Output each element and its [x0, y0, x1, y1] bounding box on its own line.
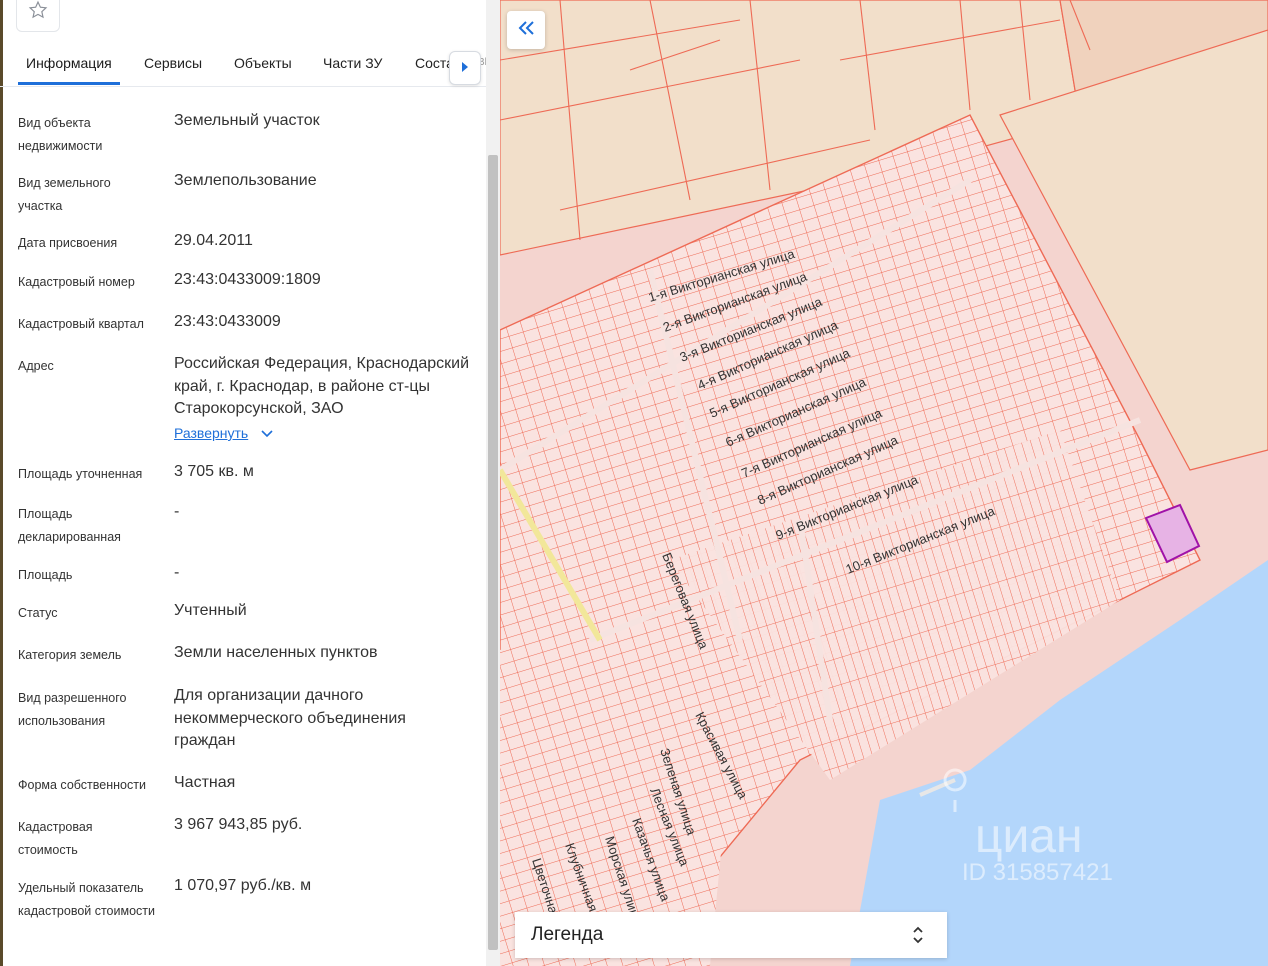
- label: Статус: [18, 606, 58, 620]
- label: Вид объекта недвижимости: [18, 116, 103, 153]
- value: Для организации дачного некоммерческого …: [174, 687, 406, 749]
- cadastral-map[interactable]: 1-я Викторианская улица 2-я Викторианска…: [500, 0, 1268, 966]
- label: Кадастровый квартал: [18, 317, 144, 331]
- value: -: [174, 503, 180, 520]
- panel-edge: [0, 0, 3, 966]
- panel-scrollbar-thumb[interactable]: [488, 155, 498, 950]
- star-icon: [28, 0, 48, 25]
- expand-link[interactable]: Развернуть: [174, 425, 248, 441]
- tab-land-parts[interactable]: Части ЗУ: [323, 55, 382, 71]
- label: Площадь: [18, 568, 73, 582]
- caret-right-icon: [461, 59, 469, 77]
- value: Земельный участок: [174, 112, 320, 129]
- value[interactable]: 23:43:0433009:1809: [174, 269, 484, 292]
- label: Категория земель: [18, 648, 122, 662]
- value: -: [174, 564, 180, 581]
- label: Кадастровый номер: [18, 275, 135, 289]
- label: Площадь уточненная: [18, 467, 143, 481]
- value: Учтенный: [174, 602, 247, 619]
- value: 1 070,97 руб./кв. м: [174, 877, 312, 894]
- label: Кадастровая стоимость: [18, 820, 93, 857]
- value: 3 967 943,85 руб.: [174, 816, 303, 833]
- label: Вид земельного участка: [18, 176, 111, 213]
- tab-objects[interactable]: Объекты: [234, 55, 292, 71]
- expand-link-wrap[interactable]: Развернуть: [174, 425, 273, 443]
- label: Удельный показатель кадастровой стоимост…: [18, 881, 155, 918]
- value: Российская Федерация, Краснодарский край…: [174, 355, 470, 417]
- legend-toggle[interactable]: Легенда: [515, 912, 947, 958]
- value: Землепользование: [174, 172, 317, 189]
- label: Вид разрешенного использования: [18, 691, 127, 728]
- label: Площадь декларированная: [18, 507, 121, 544]
- label: Форма собственности: [18, 778, 146, 792]
- value: 3 705 кв. м: [174, 463, 254, 480]
- value: Земли населенных пунктов: [174, 644, 378, 661]
- value: Частная: [174, 774, 236, 791]
- chevron-down-icon: [261, 425, 273, 443]
- collapse-panel-button[interactable]: [507, 11, 545, 49]
- label: Дата присвоения: [18, 236, 118, 250]
- chevron-up-down-icon: [911, 922, 925, 953]
- tab-information[interactable]: Информация: [18, 55, 120, 85]
- favorite-button[interactable]: [16, 0, 60, 32]
- watermark-id: ID 315857421: [962, 859, 1113, 886]
- label: Адрес: [18, 359, 54, 373]
- value[interactable]: 23:43:0433009: [174, 311, 484, 334]
- tabs-next-button[interactable]: [449, 51, 481, 85]
- double-chevron-left-icon: [517, 20, 535, 41]
- tab-bar: Информация Сервисы Объекты Части ЗУ Сост…: [0, 42, 487, 87]
- tab-services[interactable]: Сервисы: [144, 55, 202, 71]
- map-canvas: 1-я Викторианская улица 2-я Викторианска…: [500, 0, 1268, 966]
- watermark-brand: циан: [975, 810, 1083, 863]
- legend-label: Легенда: [531, 924, 604, 945]
- info-panel: Информация Сервисы Объекты Части ЗУ Сост…: [0, 0, 500, 966]
- value: 29.04.2011: [174, 232, 253, 249]
